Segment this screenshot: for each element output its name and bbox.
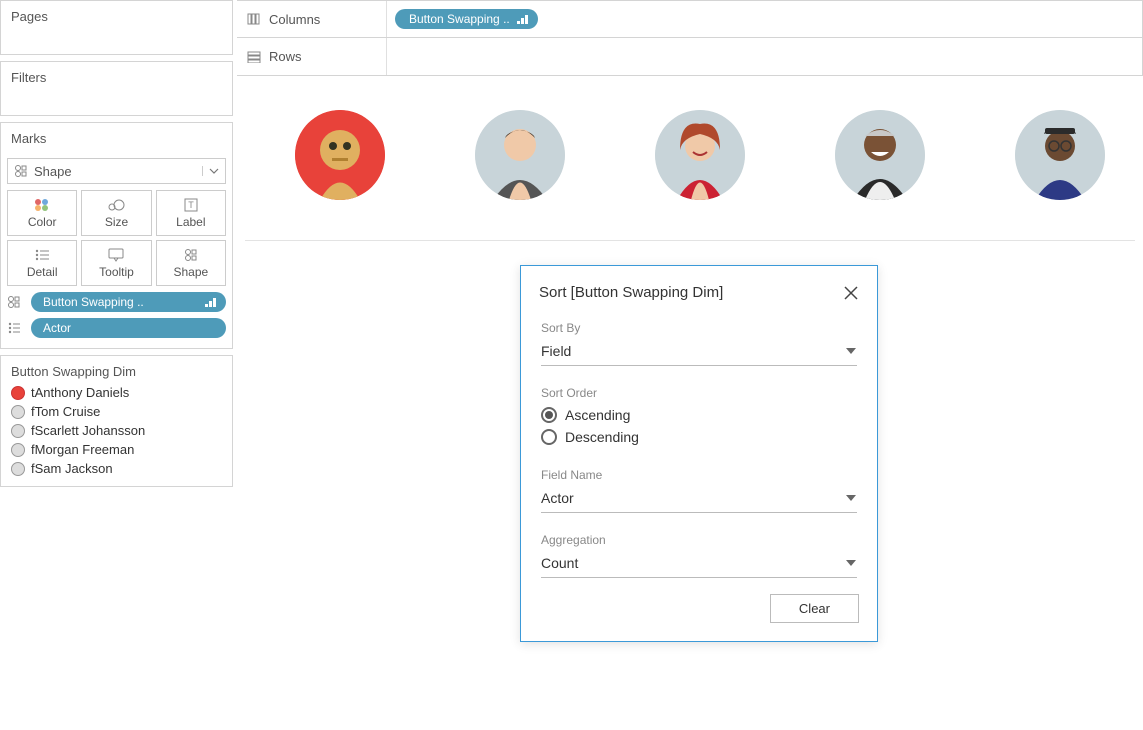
legend-item[interactable]: fSam Jackson <box>11 461 222 476</box>
sort-by-value: Field <box>541 343 571 359</box>
size-button[interactable]: Size <box>81 190 151 236</box>
marks-title: Marks <box>1 123 232 154</box>
legend-item-label: fScarlett Johansson <box>31 423 145 438</box>
shapes-icon <box>14 164 28 178</box>
aggregation-select[interactable]: Count <box>541 551 857 578</box>
rows-shelf[interactable]: Rows <box>237 38 1143 76</box>
tooltip-icon <box>108 247 124 263</box>
sidebar: Pages Filters Marks Shape <box>0 0 237 730</box>
mark-type-label: Shape <box>34 164 72 179</box>
ascending-radio[interactable]: Ascending <box>541 404 857 426</box>
ascending-label: Ascending <box>565 407 630 423</box>
legend-item-label: tAnthony Daniels <box>31 385 129 400</box>
dialog-title: Sort [Button Swapping Dim] <box>539 284 723 301</box>
size-label: Size <box>105 215 128 229</box>
descending-label: Descending <box>565 429 639 445</box>
detail-icon <box>7 322 25 334</box>
legend-item-label: fSam Jackson <box>31 461 113 476</box>
columns-label: Columns <box>269 12 320 27</box>
field-name-label: Field Name <box>541 468 857 482</box>
descending-radio[interactable]: Descending <box>541 426 857 448</box>
sort-by-select[interactable]: Field <box>541 339 857 366</box>
shape-pill[interactable]: Button Swapping .. <box>31 292 226 312</box>
filters-panel: Filters <box>0 61 233 116</box>
label-icon: T <box>184 197 198 213</box>
svg-text:T: T <box>188 200 194 210</box>
detail-pill-label: Actor <box>43 321 71 335</box>
pages-panel: Pages <box>0 0 233 55</box>
clear-button[interactable]: Clear <box>770 594 859 623</box>
color-button[interactable]: Color <box>7 190 77 236</box>
columns-pill-label: Button Swapping .. <box>409 12 510 26</box>
chevron-down-icon <box>202 166 219 176</box>
legend-panel: Button Swapping Dim tAnthony Daniels fTo… <box>0 355 233 487</box>
field-name-select[interactable]: Actor <box>541 486 857 513</box>
label-label: Label <box>176 215 205 229</box>
shapes-icon <box>7 295 25 309</box>
avatar[interactable] <box>1015 110 1105 200</box>
rows-label: Rows <box>269 49 302 64</box>
legend-item-label: fMorgan Freeman <box>31 442 134 457</box>
filters-title: Filters <box>1 62 232 115</box>
sort-dialog: Sort [Button Swapping Dim] Sort By Field… <box>520 265 878 642</box>
chevron-down-icon <box>845 558 857 568</box>
sort-order-label: Sort Order <box>541 386 857 400</box>
pages-title: Pages <box>1 1 232 54</box>
legend-item-label: fTom Cruise <box>31 404 100 419</box>
legend-item[interactable]: tAnthony Daniels <box>11 385 222 400</box>
size-icon <box>107 197 125 213</box>
legend-list: tAnthony Daniels fTom Cruise fScarlett J… <box>1 385 232 486</box>
legend-title: Button Swapping Dim <box>1 356 232 385</box>
shape-label: Shape <box>173 265 208 279</box>
color-icon <box>34 197 50 213</box>
sort-icon <box>204 296 216 308</box>
mark-type-dropdown[interactable]: Shape <box>7 158 226 184</box>
field-name-value: Actor <box>541 490 574 506</box>
marks-panel: Marks Shape Color <box>0 122 233 349</box>
columns-pill[interactable]: Button Swapping .. <box>395 9 538 29</box>
radio-icon <box>541 429 557 445</box>
chevron-down-icon <box>845 493 857 503</box>
shape-button[interactable]: Shape <box>156 240 226 286</box>
detail-pill[interactable]: Actor <box>31 318 226 338</box>
radio-icon <box>541 407 557 423</box>
legend-item[interactable]: fMorgan Freeman <box>11 442 222 457</box>
sort-by-label: Sort By <box>541 321 857 335</box>
detail-button[interactable]: Detail <box>7 240 77 286</box>
aggregation-value: Count <box>541 555 578 571</box>
columns-shelf[interactable]: Columns Button Swapping .. <box>237 0 1143 38</box>
label-button[interactable]: T Label <box>156 190 226 236</box>
chevron-down-icon <box>845 346 857 356</box>
avatar[interactable] <box>475 110 565 200</box>
avatar[interactable] <box>655 110 745 200</box>
tooltip-label: Tooltip <box>99 265 134 279</box>
detail-icon <box>34 247 50 263</box>
color-label: Color <box>28 215 57 229</box>
close-icon[interactable] <box>843 285 859 301</box>
sort-icon <box>516 13 528 25</box>
detail-label: Detail <box>27 265 58 279</box>
shape-icon <box>184 247 198 263</box>
avatar[interactable] <box>835 110 925 200</box>
avatar[interactable] <box>295 110 385 200</box>
legend-item[interactable]: fScarlett Johansson <box>11 423 222 438</box>
shape-pill-label: Button Swapping .. <box>43 295 144 309</box>
avatar-row <box>245 90 1135 241</box>
rows-icon <box>247 51 261 63</box>
tooltip-button[interactable]: Tooltip <box>81 240 151 286</box>
legend-item[interactable]: fTom Cruise <box>11 404 222 419</box>
columns-icon <box>247 13 261 25</box>
aggregation-label: Aggregation <box>541 533 857 547</box>
